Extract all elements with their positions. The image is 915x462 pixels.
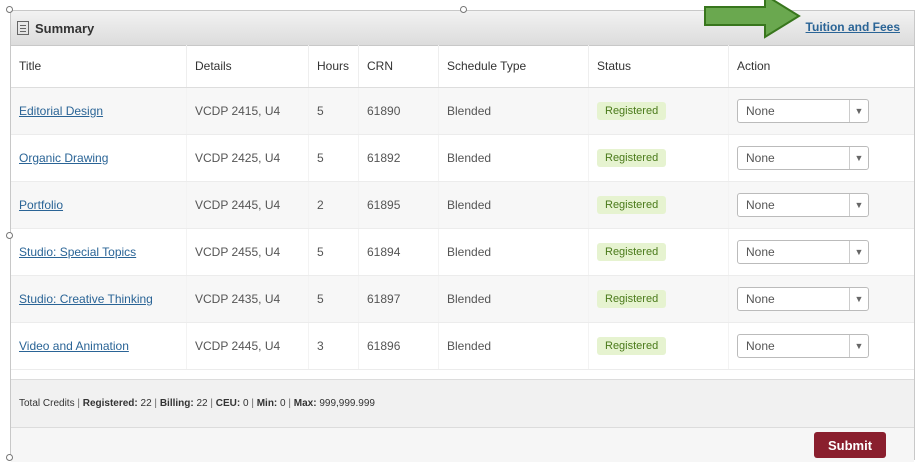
billing-label: Billing: [159,398,194,409]
course-title-link[interactable]: Video and Animation [19,339,129,353]
status-badge: Registered [597,290,667,308]
course-details: VCDP 2445, U4 [186,322,309,370]
course-hours: 5 [308,275,359,323]
action-select[interactable]: None ▼ [737,193,869,217]
col-schedule-type: Schedule Type [438,45,589,88]
action-select-value: None [746,339,775,353]
action-select-value: None [746,198,775,212]
status-badge: Registered [597,337,667,355]
max-value: 999,999.999 [319,398,375,409]
resize-handle-middle-left[interactable] [6,232,13,239]
max-label: Max: [293,398,317,409]
col-details: Details [186,45,309,88]
status-badge: Registered [597,196,667,214]
course-title-link[interactable]: Portfolio [19,198,63,212]
resize-handle-top-left[interactable] [6,6,13,13]
min-label: Min: [256,398,278,409]
course-title-link[interactable]: Studio: Creative Thinking [19,292,153,306]
course-title-link[interactable]: Studio: Special Topics [19,245,136,259]
ceu-label: CEU: [215,398,241,409]
course-details: VCDP 2445, U4 [186,181,309,229]
course-schedule-type: Blended [438,87,589,135]
action-select-value: None [746,104,775,118]
course-crn: 61892 [358,134,439,182]
arrow-right-icon [704,0,801,39]
course-schedule-type: Blended [438,322,589,370]
course-crn: 61896 [358,322,439,370]
chevron-down-icon: ▼ [849,288,868,310]
action-select[interactable]: None ▼ [737,334,869,358]
chevron-down-icon: ▼ [849,194,868,216]
chevron-down-icon: ▼ [849,100,868,122]
table-row: Video and Animation VCDP 2445, U4 3 61896 Bl… [11,322,914,370]
action-select-value: None [746,292,775,306]
course-schedule-type: Blended [438,275,589,323]
action-select[interactable]: None ▼ [737,240,869,264]
status-badge: Registered [597,243,667,261]
action-select[interactable]: None ▼ [737,287,869,311]
action-select-value: None [746,245,775,259]
course-details: VCDP 2415, U4 [186,87,309,135]
course-title-link[interactable]: Editorial Design [19,104,103,118]
registered-value: 22 [140,398,152,409]
course-title-link[interactable]: Organic Drawing [19,151,108,165]
course-hours: 5 [308,228,359,276]
panel-footer: Submit [11,427,914,462]
chevron-down-icon: ▼ [849,241,868,263]
table-row: Studio: Creative Thinking VCDP 2435, U4 5 6… [11,275,914,323]
col-crn: CRN [358,45,439,88]
table-icon [17,21,29,35]
action-select[interactable]: None ▼ [737,146,869,170]
col-hours: Hours [308,45,359,88]
course-details: VCDP 2455, U4 [186,228,309,276]
col-action: Action [728,45,914,88]
table-row: Organic Drawing VCDP 2425, U4 5 61892 Blende… [11,134,914,182]
col-status: Status [588,45,729,88]
status-badge: Registered [597,149,667,167]
status-badge: Registered [597,102,667,120]
submit-button[interactable]: Submit [814,432,886,458]
summary-title: Summary [35,20,95,36]
table-row: Studio: Special Topics VCDP 2455, U4 5 6189… [11,228,914,276]
chevron-down-icon: ▼ [849,335,868,357]
course-hours: 3 [308,322,359,370]
course-details: VCDP 2425, U4 [186,134,309,182]
col-title: Title [11,45,187,88]
action-select-value: None [746,151,775,165]
table-row: Portfolio VCDP 2445, U4 2 61895 Blended Regis… [11,181,914,229]
course-details: VCDP 2435, U4 [186,275,309,323]
course-schedule-type: Blended [438,134,589,182]
total-credits-bar: Total Credits | Registered: 22 | Billing… [11,379,914,427]
course-crn: 61890 [358,87,439,135]
registration-table: Title Details Hours CRN Schedule Type St… [11,45,914,370]
course-crn: 61897 [358,275,439,323]
chevron-down-icon: ▼ [849,147,868,169]
course-schedule-type: Blended [438,228,589,276]
resize-handle-top-center[interactable] [460,6,467,13]
tuition-and-fees-link[interactable]: Tuition and Fees [806,20,900,34]
course-crn: 61894 [358,228,439,276]
course-hours: 5 [308,87,359,135]
course-crn: 61895 [358,181,439,229]
total-credits-label: Total Credits [19,398,75,409]
table-row: Editorial Design VCDP 2415, U4 5 61890 Blend… [11,87,914,135]
billing-value: 22 [196,398,208,409]
summary-panel: Summary Tuition and Fees Title Details H… [10,10,915,462]
resize-handle-bottom-left[interactable] [6,454,13,461]
course-schedule-type: Blended [438,181,589,229]
table-header-row: Title Details Hours CRN Schedule Type St… [11,45,914,88]
course-hours: 5 [308,134,359,182]
course-hours: 2 [308,181,359,229]
action-select[interactable]: None ▼ [737,99,869,123]
registered-label: Registered: [82,398,138,409]
